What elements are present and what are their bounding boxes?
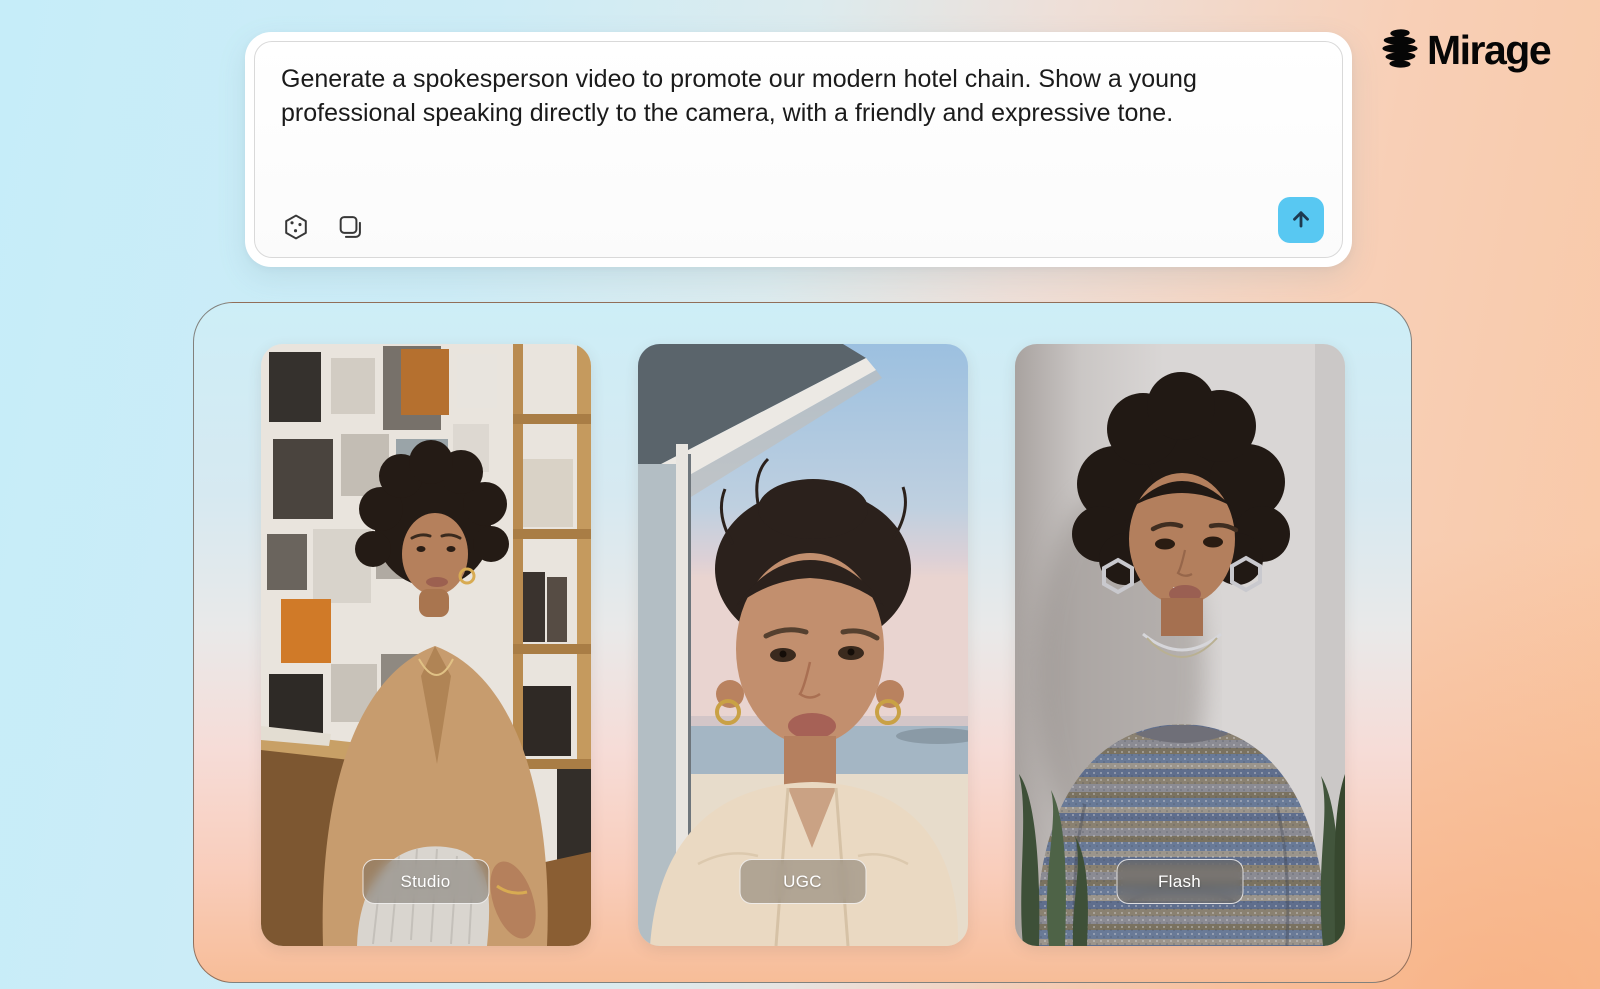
submit-button[interactable] [1278,197,1324,243]
arrow-up-icon [1288,206,1314,235]
mirage-logo-icon [1378,28,1422,74]
brand-name: Mirage [1427,27,1552,73]
dice-button[interactable] [281,213,311,243]
ugc-thumbnail-illustration [637,344,968,946]
prompt-card: Generate a spokesperson video to promote… [245,32,1352,267]
brand-logo: Mirage [1378,27,1552,74]
studio-thumbnail-illustration [260,344,591,946]
prompt-toolbar [281,213,365,243]
variant-label: Flash [1157,871,1202,891]
copy-icon [336,213,364,244]
dice-icon [282,213,310,244]
variant-pill-flash[interactable]: Flash [1116,859,1243,904]
copy-button[interactable] [335,213,365,243]
page-background: { "brand": { "name": "Mirage", "logo_ico… [0,0,1600,989]
prompt-input-container: Generate a spokesperson video to promote… [254,41,1343,258]
variant-label: UGC [783,871,822,891]
variant-label: Studio [400,871,451,891]
results-panel: Studio UGC Flash [193,302,1412,983]
video-card-studio[interactable]: Studio [260,344,591,946]
flash-thumbnail-illustration [1014,344,1345,946]
variant-pill-studio[interactable]: Studio [362,859,489,904]
video-card-flash[interactable]: Flash [1014,344,1345,946]
thumbnail-row: Studio UGC Flash [194,303,1411,982]
video-card-ugc[interactable]: UGC [637,344,968,946]
variant-pill-ugc[interactable]: UGC [739,859,866,904]
prompt-input[interactable]: Generate a spokesperson video to promote… [281,62,1211,130]
